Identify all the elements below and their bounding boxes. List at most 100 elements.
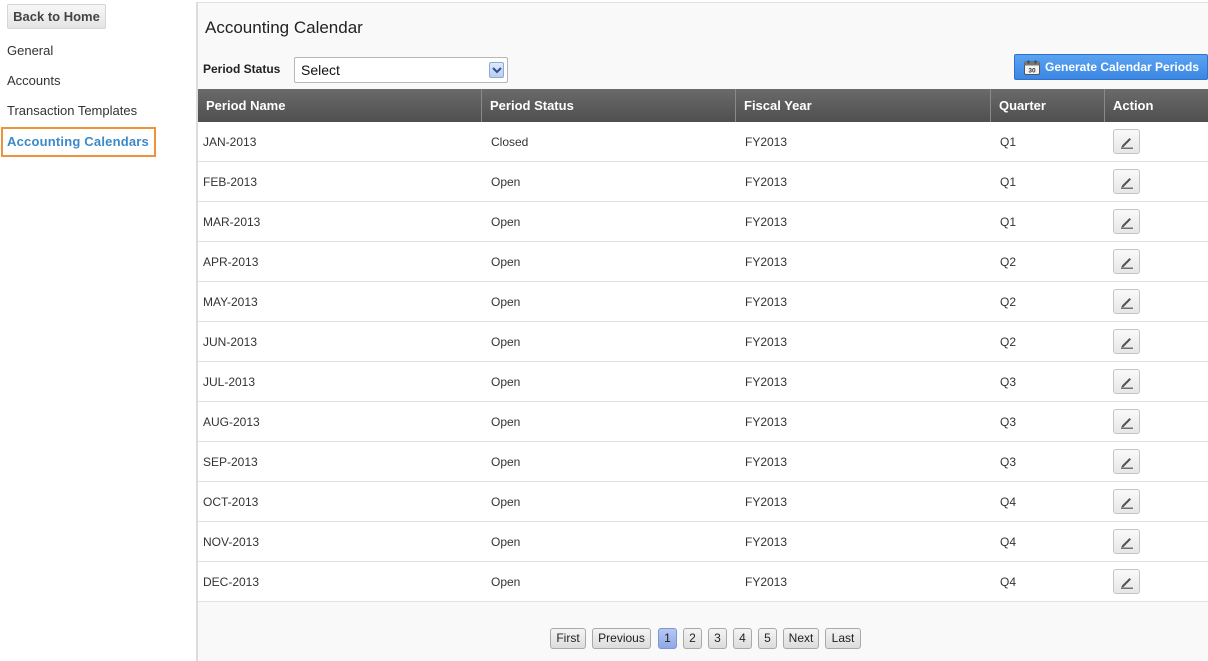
cell-period-name: JAN-2013 bbox=[203, 135, 257, 149]
table-row: JUL-2013 Open FY2013 Q3 bbox=[198, 362, 1208, 402]
cell-quarter: Q3 bbox=[1000, 415, 1017, 429]
cell-period-status: Open bbox=[491, 375, 521, 389]
cell-fiscal-year: FY2013 bbox=[745, 575, 788, 589]
table-row: DEC-2013 Open FY2013 Q4 bbox=[198, 562, 1208, 602]
cell-period-status: Open bbox=[491, 215, 521, 229]
edit-button[interactable] bbox=[1113, 489, 1140, 514]
cell-quarter: Q4 bbox=[1000, 575, 1017, 589]
cell-fiscal-year: FY2013 bbox=[745, 455, 788, 469]
cell-period-status: Open bbox=[491, 535, 521, 549]
edit-button[interactable] bbox=[1113, 169, 1140, 194]
cell-period-name: OCT-2013 bbox=[203, 495, 259, 509]
cell-fiscal-year: FY2013 bbox=[745, 415, 788, 429]
last-page-button[interactable]: Last bbox=[825, 628, 861, 649]
cell-fiscal-year: FY2013 bbox=[745, 535, 788, 549]
cell-period-status: Open bbox=[491, 575, 521, 589]
cell-period-status: Open bbox=[491, 455, 521, 469]
sidebar-item-accounting-calendars[interactable]: Accounting Calendars bbox=[1, 127, 156, 157]
table-row: SEP-2013 Open FY2013 Q3 bbox=[198, 442, 1208, 482]
cell-period-name: JUN-2013 bbox=[203, 335, 258, 349]
next-page-button[interactable]: Next bbox=[783, 628, 819, 649]
page-button-2[interactable]: 2 bbox=[683, 628, 702, 649]
table-row: MAR-2013 Open FY2013 Q1 bbox=[198, 202, 1208, 242]
periods-table: Period Name Period Status Fiscal Year Qu… bbox=[198, 89, 1208, 602]
generate-calendar-periods-label: Generate Calendar Periods bbox=[1045, 60, 1200, 74]
cell-period-name: FEB-2013 bbox=[203, 175, 258, 189]
cell-quarter: Q4 bbox=[1000, 535, 1017, 549]
cell-fiscal-year: FY2013 bbox=[745, 255, 788, 269]
cell-period-name: MAY-2013 bbox=[203, 295, 258, 309]
column-header-period-name[interactable]: Period Name bbox=[198, 89, 482, 122]
page-button-3[interactable]: 3 bbox=[708, 628, 727, 649]
sidebar-item-general[interactable]: General bbox=[7, 43, 53, 58]
sidebar-item-transaction-templates[interactable]: Transaction Templates bbox=[7, 103, 137, 118]
pagination: First Previous 1 2 3 4 5 Next Last bbox=[198, 628, 1208, 650]
cell-period-status: Open bbox=[491, 295, 521, 309]
table-body: JAN-2013 Closed FY2013 Q1 FEB-2013 Open FY2013… bbox=[198, 122, 1208, 602]
cell-quarter: Q2 bbox=[1000, 335, 1017, 349]
page-button-5[interactable]: 5 bbox=[758, 628, 777, 649]
cell-period-name: JUL-2013 bbox=[203, 375, 256, 389]
cell-period-name: SEP-2013 bbox=[203, 455, 258, 469]
svg-text:30: 30 bbox=[1028, 68, 1036, 75]
cell-quarter: Q1 bbox=[1000, 135, 1017, 149]
back-to-home-button[interactable]: Back to Home bbox=[7, 4, 106, 29]
sidebar: Back to Home General Accounts Transactio… bbox=[0, 0, 196, 661]
column-header-action: Action bbox=[1113, 98, 1154, 113]
edit-button[interactable] bbox=[1113, 409, 1140, 434]
table-row: AUG-2013 Open FY2013 Q3 bbox=[198, 402, 1208, 442]
table-row: JAN-2013 Closed FY2013 Q1 bbox=[198, 122, 1208, 162]
cell-fiscal-year: FY2013 bbox=[745, 495, 788, 509]
sidebar-item-accounts[interactable]: Accounts bbox=[7, 73, 60, 88]
edit-button[interactable] bbox=[1113, 369, 1140, 394]
column-header-quarter[interactable]: Quarter bbox=[991, 89, 1105, 122]
table-row: JUN-2013 Open FY2013 Q2 bbox=[198, 322, 1208, 362]
column-header-fiscal-year[interactable]: Fiscal Year bbox=[736, 89, 991, 122]
cell-quarter: Q4 bbox=[1000, 495, 1017, 509]
first-page-button[interactable]: First bbox=[550, 628, 586, 649]
period-status-select[interactable]: Select bbox=[294, 57, 508, 83]
cell-fiscal-year: FY2013 bbox=[745, 175, 788, 189]
page-button-1[interactable]: 1 bbox=[658, 628, 677, 649]
cell-fiscal-year: FY2013 bbox=[745, 335, 788, 349]
cell-fiscal-year: FY2013 bbox=[745, 295, 788, 309]
column-header-period-status[interactable]: Period Status bbox=[482, 89, 736, 122]
cell-period-status: Open bbox=[491, 495, 521, 509]
edit-button[interactable] bbox=[1113, 249, 1140, 274]
generate-calendar-periods-button[interactable]: 30 Generate Calendar Periods bbox=[1014, 54, 1208, 80]
edit-button[interactable] bbox=[1113, 289, 1140, 314]
cell-fiscal-year: FY2013 bbox=[745, 375, 788, 389]
table-header: Period Name Period Status Fiscal Year Qu… bbox=[198, 89, 1208, 122]
cell-period-name: APR-2013 bbox=[203, 255, 259, 269]
cell-period-name: AUG-2013 bbox=[203, 415, 260, 429]
table-row: MAY-2013 Open FY2013 Q2 bbox=[198, 282, 1208, 322]
edit-button[interactable] bbox=[1113, 129, 1140, 154]
cell-period-name: MAR-2013 bbox=[203, 215, 261, 229]
edit-button[interactable] bbox=[1113, 329, 1140, 354]
edit-button[interactable] bbox=[1113, 209, 1140, 234]
edit-button[interactable] bbox=[1113, 569, 1140, 594]
calendar-icon: 30 bbox=[1024, 59, 1040, 83]
chevron-down-icon[interactable] bbox=[489, 62, 504, 78]
cell-period-status: Open bbox=[491, 415, 521, 429]
period-status-select-value: Select bbox=[301, 62, 340, 78]
previous-page-button[interactable]: Previous bbox=[592, 628, 651, 649]
table-row: APR-2013 Open FY2013 Q2 bbox=[198, 242, 1208, 282]
main-panel: Accounting Calendar Period Status Select… bbox=[196, 2, 1208, 661]
cell-quarter: Q2 bbox=[1000, 295, 1017, 309]
cell-quarter: Q3 bbox=[1000, 375, 1017, 389]
table-row: FEB-2013 Open FY2013 Q1 bbox=[198, 162, 1208, 202]
cell-quarter: Q1 bbox=[1000, 175, 1017, 189]
period-status-label: Period Status bbox=[203, 62, 281, 76]
table-row: OCT-2013 Open FY2013 Q4 bbox=[198, 482, 1208, 522]
edit-button[interactable] bbox=[1113, 449, 1140, 474]
cell-period-status: Open bbox=[491, 175, 521, 189]
cell-period-status: Open bbox=[491, 255, 521, 269]
cell-period-name: DEC-2013 bbox=[203, 575, 260, 589]
cell-fiscal-year: FY2013 bbox=[745, 135, 788, 149]
cell-period-status: Open bbox=[491, 335, 521, 349]
table-row: NOV-2013 Open FY2013 Q4 bbox=[198, 522, 1208, 562]
edit-button[interactable] bbox=[1113, 529, 1140, 554]
cell-quarter: Q1 bbox=[1000, 215, 1017, 229]
page-button-4[interactable]: 4 bbox=[733, 628, 752, 649]
